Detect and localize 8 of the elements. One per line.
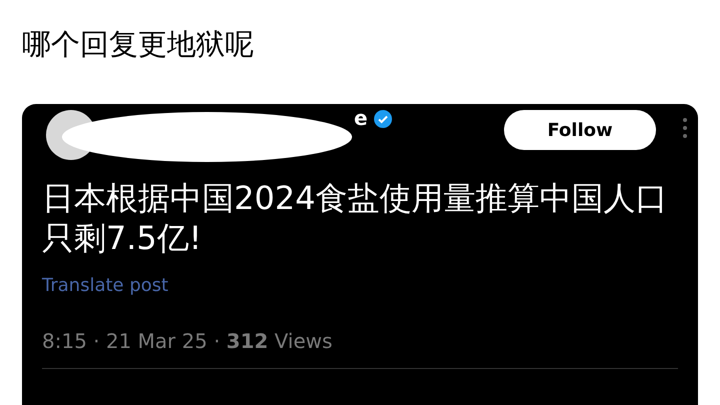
translate-link[interactable]: Translate post bbox=[42, 274, 168, 298]
post-title: 哪个回复更地狱呢 bbox=[22, 27, 254, 61]
tweet-text: 只剩7.5亿! bbox=[42, 218, 203, 258]
follow-button[interactable]: Follow bbox=[504, 110, 656, 150]
more-options-icon[interactable] bbox=[682, 116, 688, 140]
tweet-text: 日本根据中国2024食盐使用量推算中国人口 bbox=[42, 178, 668, 218]
author-name: e bbox=[354, 106, 368, 130]
post-meta: 8:15 · 21 Mar 25 · 312 Views bbox=[42, 328, 332, 354]
